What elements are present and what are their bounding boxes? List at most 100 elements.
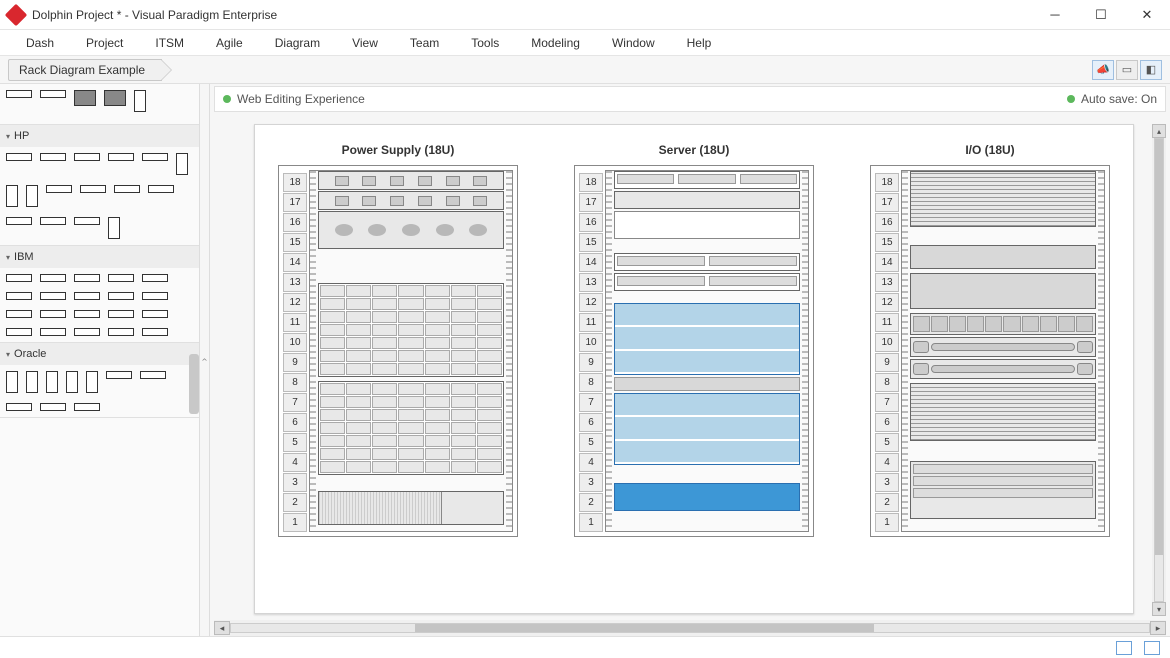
palette-shape[interactable]	[142, 328, 168, 336]
palette-shape[interactable]	[26, 185, 38, 207]
rack-equipment-slotcard[interactable]	[910, 313, 1096, 335]
palette-shape[interactable]	[66, 371, 78, 393]
rack-equipment-blank[interactable]	[910, 245, 1096, 269]
palette-shape[interactable]	[108, 328, 134, 336]
menu-itsm[interactable]: ITSM	[139, 32, 200, 54]
palette-shape[interactable]	[74, 217, 100, 225]
palette-shape[interactable]	[74, 274, 100, 282]
rack-equipment-switch[interactable]	[614, 171, 800, 189]
rack-equipment-server1u[interactable]	[614, 253, 800, 271]
palette-shape[interactable]	[142, 292, 168, 300]
palette-shape[interactable]	[108, 292, 134, 300]
rack-server[interactable]: Server (18U) 123456789101112131415161718	[574, 143, 814, 537]
palette-shape[interactable]	[40, 292, 66, 300]
palette-shape[interactable]	[6, 274, 32, 282]
palette-shape[interactable]	[134, 90, 146, 112]
diagram-canvas[interactable]: Power Supply (18U) 123456789101112131415…	[214, 114, 1166, 620]
layout-icon[interactable]: ▭	[1116, 60, 1138, 80]
menu-window[interactable]: Window	[596, 32, 671, 54]
palette-shape[interactable]	[142, 274, 168, 282]
palette-shape[interactable]	[40, 153, 66, 161]
palette-shape[interactable]	[104, 90, 126, 106]
rack-equipment-server1u[interactable]	[614, 191, 800, 209]
rack-equipment-storage-base[interactable]	[614, 483, 800, 511]
maximize-button[interactable]: ☐	[1078, 0, 1124, 30]
menu-tools[interactable]: Tools	[455, 32, 515, 54]
palette-shape[interactable]	[74, 292, 100, 300]
rack-equipment-psu[interactable]	[318, 491, 504, 525]
palette-shape[interactable]	[74, 328, 100, 336]
palette-shape[interactable]	[46, 185, 72, 193]
palette-shape[interactable]	[6, 185, 18, 207]
palette-shape[interactable]	[6, 153, 32, 161]
palette-shape[interactable]	[26, 371, 38, 393]
menu-view[interactable]: View	[336, 32, 394, 54]
rack-equipment-cable[interactable]	[910, 359, 1096, 379]
palette-shape[interactable]	[40, 403, 66, 411]
palette-shape[interactable]	[6, 310, 32, 318]
palette-shape[interactable]	[6, 292, 32, 300]
palette-shape[interactable]	[40, 217, 66, 225]
palette-shape[interactable]	[40, 274, 66, 282]
menu-help[interactable]: Help	[671, 32, 728, 54]
rack-equipment-cable[interactable]	[910, 337, 1096, 357]
rack-equipment-pdu[interactable]	[318, 171, 504, 190]
palette-shape[interactable]	[86, 371, 98, 393]
palette-header-oracle[interactable]: Oracle	[0, 343, 199, 365]
palette-shape[interactable]	[108, 310, 134, 318]
palette-shape[interactable]	[6, 217, 32, 225]
splitter-handle[interactable]	[200, 84, 210, 636]
rack-equipment-vent[interactable]	[910, 383, 1096, 441]
palette-header-ibm[interactable]: IBM	[0, 246, 199, 268]
menu-project[interactable]: Project	[70, 32, 139, 54]
sidebar-scrollbar[interactable]	[189, 354, 199, 414]
palette-shape[interactable]	[106, 371, 132, 379]
announce-icon[interactable]: 📣	[1092, 60, 1114, 80]
rack-equipment-server[interactable]	[614, 211, 800, 239]
menu-modeling[interactable]: Modeling	[515, 32, 596, 54]
palette-shape[interactable]	[80, 185, 106, 193]
canvas-vertical-scrollbar[interactable]: ▴▾	[1152, 124, 1166, 616]
palette-shape[interactable]	[108, 153, 134, 161]
rack-equipment-storage[interactable]	[614, 393, 800, 465]
palette-shape[interactable]	[108, 217, 120, 239]
canvas-horizontal-scrollbar[interactable]: ◂▸	[214, 620, 1166, 636]
mail-icon[interactable]	[1116, 641, 1132, 655]
rack-io[interactable]: I/O (18U) 123456789101112131415161718	[870, 143, 1110, 537]
close-button[interactable]: ✕	[1124, 0, 1170, 30]
palette-shape[interactable]	[46, 371, 58, 393]
rack-equipment-pdu[interactable]	[318, 191, 504, 210]
palette-shape[interactable]	[6, 328, 32, 336]
palette-shape[interactable]	[140, 371, 166, 379]
rack-equipment-batterygrid[interactable]	[318, 381, 504, 475]
minimize-button[interactable]: ─	[1032, 0, 1078, 30]
breadcrumb[interactable]: Rack Diagram Example	[8, 59, 162, 81]
menu-team[interactable]: Team	[394, 32, 455, 54]
palette-shape[interactable]	[40, 90, 66, 98]
palette-shape[interactable]	[40, 310, 66, 318]
rack-equipment-rail[interactable]	[614, 377, 800, 391]
rack-equipment-batterygrid[interactable]	[318, 283, 504, 377]
palette-shape[interactable]	[114, 185, 140, 193]
palette-shape[interactable]	[142, 153, 168, 161]
rack-equipment-storage[interactable]	[614, 303, 800, 375]
rack-equipment-vent[interactable]	[910, 171, 1096, 227]
palette-shape[interactable]	[142, 310, 168, 318]
menu-agile[interactable]: Agile	[200, 32, 259, 54]
rack-equipment-blank[interactable]	[910, 273, 1096, 309]
palette-shape[interactable]	[148, 185, 174, 193]
palette-shape[interactable]	[6, 371, 18, 393]
palette-header-hp[interactable]: HP	[0, 125, 199, 147]
palette-shape[interactable]	[74, 310, 100, 318]
palette-shape[interactable]	[108, 274, 134, 282]
palette-shape[interactable]	[74, 153, 100, 161]
palette-shape[interactable]	[40, 328, 66, 336]
rack-equipment-server1u[interactable]	[614, 273, 800, 291]
menu-diagram[interactable]: Diagram	[259, 32, 336, 54]
palette-shape[interactable]	[6, 403, 32, 411]
menu-dash[interactable]: Dash	[10, 32, 70, 54]
palette-shape[interactable]	[74, 90, 96, 106]
rack-power-supply[interactable]: Power Supply (18U) 123456789101112131415…	[278, 143, 518, 537]
palette-shape[interactable]	[176, 153, 188, 175]
panel-icon[interactable]: ◧	[1140, 60, 1162, 80]
